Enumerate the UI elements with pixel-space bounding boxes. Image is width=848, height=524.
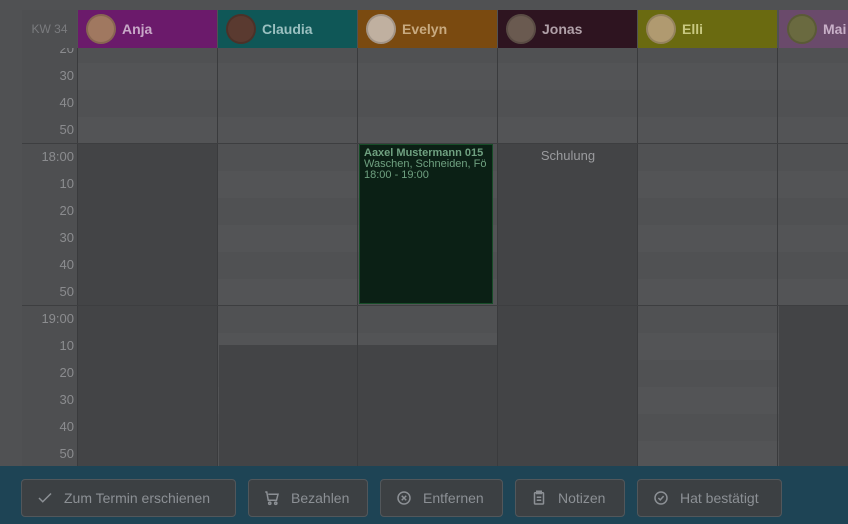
notes-button[interactable]: Notizen <box>515 479 625 517</box>
week-label: KW 34 <box>22 10 77 48</box>
unavailable-block-evelyn <box>358 345 498 466</box>
time-label: 50 <box>59 122 74 137</box>
check-circle-icon <box>652 489 670 507</box>
time-label: 40 <box>59 95 74 110</box>
confirmed-button[interactable]: Hat bestätigt <box>637 479 782 517</box>
column-divider <box>357 48 358 466</box>
time-label: 50 <box>59 284 74 299</box>
time-label: 19:00 <box>41 311 74 326</box>
column-divider <box>637 48 638 466</box>
staff-header-mai[interactable]: Mai <box>779 10 848 48</box>
attended-label: Zum Termin erschienen <box>64 490 211 506</box>
staff-header-jonas[interactable]: Jonas <box>498 10 637 48</box>
staff-name: Evelyn <box>402 21 448 37</box>
column-divider <box>77 48 78 466</box>
row-band <box>77 63 848 90</box>
time-label: 20 <box>59 365 74 380</box>
calendar-grid: 20 30 40 50 18:00 10 20 30 40 50 19:00 1… <box>0 0 848 466</box>
avatar <box>787 14 817 44</box>
staff-name: Mai <box>823 21 847 37</box>
column-divider <box>217 48 218 466</box>
unavailable-block-mai <box>779 305 848 466</box>
pay-button[interactable]: Bezahlen <box>248 479 368 517</box>
avatar <box>646 14 676 44</box>
staff-name: Elli <box>682 21 704 37</box>
hour-line <box>22 305 848 306</box>
staff-name: Anja <box>122 21 153 37</box>
avatar <box>226 14 256 44</box>
time-label: 18:00 <box>41 149 74 164</box>
confirmed-label: Hat bestätigt <box>680 490 759 506</box>
pay-label: Bezahlen <box>291 490 350 506</box>
time-label: 40 <box>59 257 74 272</box>
time-label: 10 <box>59 176 74 191</box>
avatar <box>366 14 396 44</box>
staff-header-claudia[interactable]: Claudia <box>218 10 357 48</box>
cart-icon <box>263 489 281 507</box>
staff-name: Jonas <box>542 21 583 37</box>
time-label: 40 <box>59 419 74 434</box>
column-divider <box>497 48 498 466</box>
blocked-label: Schulung <box>540 148 596 163</box>
unavailable-block-claudia <box>219 345 357 466</box>
time-label: 50 <box>59 446 74 461</box>
close-circle-icon <box>395 489 413 507</box>
staff-header-anja[interactable]: Anja <box>78 10 217 48</box>
remove-button[interactable]: Entfernen <box>380 479 503 517</box>
staff-header-elli[interactable]: Elli <box>638 10 777 48</box>
remove-label: Entfernen <box>423 490 484 506</box>
avatar <box>86 14 116 44</box>
attended-button[interactable]: Zum Termin erschienen <box>21 479 236 517</box>
time-label: 30 <box>59 68 74 83</box>
staff-name: Claudia <box>262 21 313 37</box>
appointment-card[interactable]: Aaxel Mustermann 015 Waschen, Schneiden,… <box>359 144 493 304</box>
appointment-time: 18:00 - 19:00 <box>364 169 429 181</box>
time-label: 30 <box>59 392 74 407</box>
avatar <box>506 14 536 44</box>
time-label: 20 <box>59 203 74 218</box>
row-band <box>77 117 848 144</box>
staff-header-evelyn[interactable]: Evelyn <box>358 10 497 48</box>
check-icon <box>36 489 54 507</box>
time-label: 10 <box>59 338 74 353</box>
column-divider <box>777 48 778 466</box>
clipboard-icon <box>530 489 548 507</box>
notes-label: Notizen <box>558 490 606 506</box>
time-label: 30 <box>59 230 74 245</box>
